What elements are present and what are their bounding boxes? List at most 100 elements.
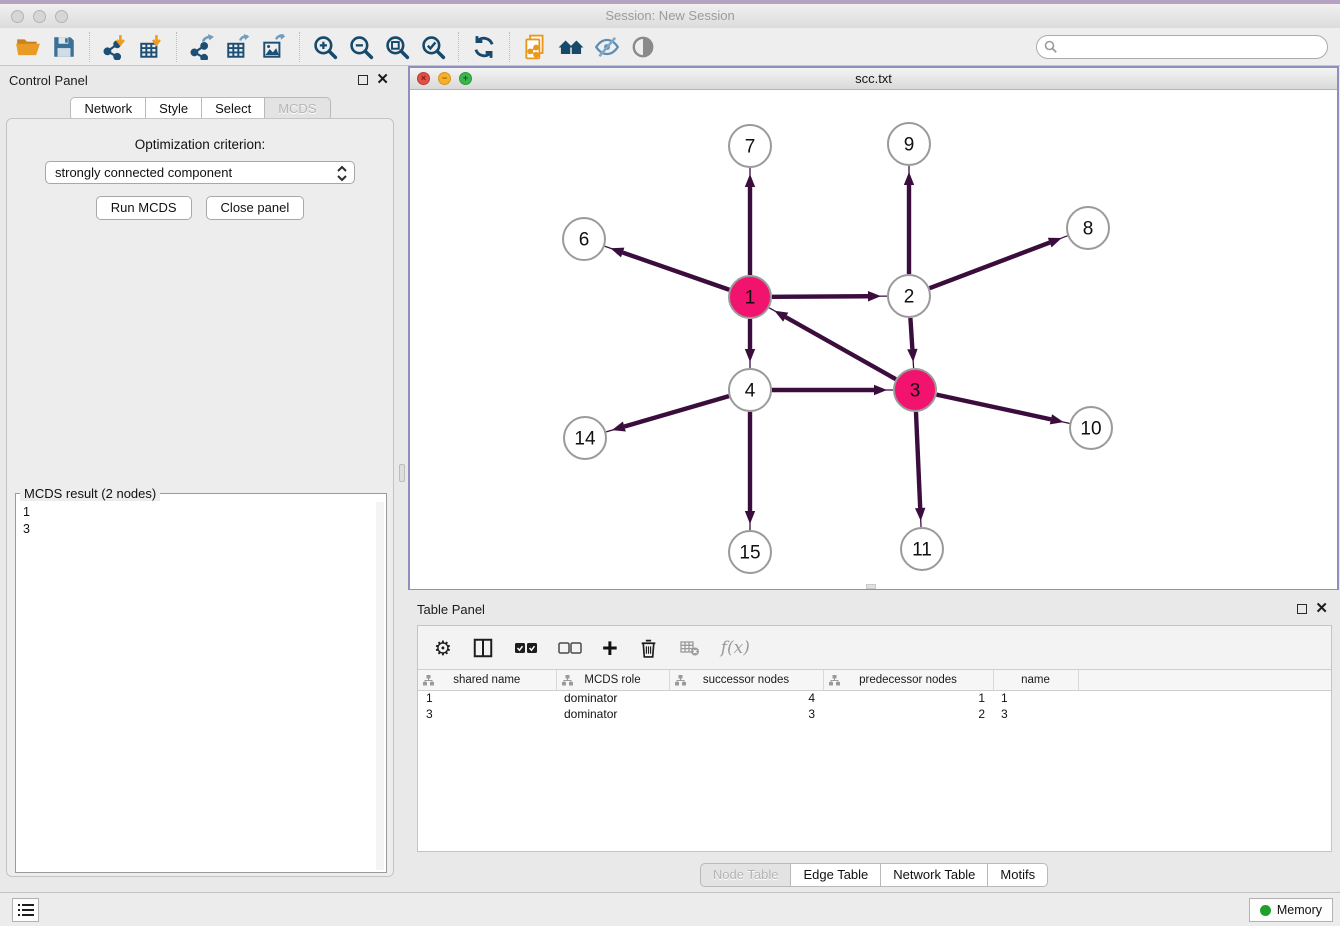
share-document-button[interactable] (517, 32, 553, 62)
zoom-fit-button[interactable] (379, 32, 415, 62)
window-title: Session: New Session (0, 8, 1340, 23)
search-icon (1044, 40, 1058, 54)
zoom-selected-button[interactable] (415, 32, 451, 62)
graph-arrowhead (1048, 238, 1062, 248)
memory-button[interactable]: Memory (1249, 898, 1333, 922)
export-table-button[interactable] (220, 32, 256, 62)
hide-graphics-details-button[interactable] (589, 32, 625, 62)
column-header-predecessor-nodes[interactable]: predecessor nodes (823, 670, 993, 690)
close-table-panel-icon[interactable]: ✕ (1315, 604, 1328, 614)
main-toolbar (0, 28, 1340, 66)
toolbar-separator (458, 32, 459, 62)
create-column-button[interactable]: + (602, 633, 618, 663)
delete-column-button[interactable] (638, 633, 659, 663)
open-session-button[interactable] (10, 32, 46, 62)
mcds-result-text[interactable]: 1 3 (18, 502, 376, 870)
cell-shared-name[interactable]: 3 (418, 706, 556, 722)
memory-status-icon (1260, 905, 1271, 916)
status-bar: Memory (0, 892, 1340, 926)
eye-slash-icon (594, 34, 620, 60)
graph-arrowhead (745, 349, 755, 362)
graph-node-label-4: 4 (745, 381, 756, 402)
cell-successor-nodes[interactable]: 3 (669, 706, 823, 722)
graph-edge-4-14[interactable] (624, 396, 729, 426)
tab-network-table[interactable]: Network Table (881, 863, 988, 887)
column-header-mcds-role[interactable]: MCDS role (556, 670, 669, 690)
cell-successor-nodes[interactable]: 4 (669, 690, 823, 706)
cell-mcds-role[interactable]: dominator (556, 706, 669, 722)
float-table-panel-icon[interactable] (1297, 604, 1307, 614)
cell-predecessor-nodes[interactable]: 2 (823, 706, 993, 722)
zoom-out-button[interactable] (343, 32, 379, 62)
zoom-in-button[interactable] (307, 32, 343, 62)
table-row[interactable]: 1 dominator 4 1 1 (418, 690, 1331, 706)
graph-edge-3-1[interactable] (786, 317, 896, 379)
column-header-name[interactable]: name (993, 670, 1078, 690)
cell-name[interactable]: 3 (993, 706, 1078, 722)
export-image-button[interactable] (256, 32, 292, 62)
graph-node-label-1: 1 (745, 288, 756, 309)
table-row[interactable]: 3 dominator 3 2 3 (418, 706, 1331, 722)
cell-predecessor-nodes[interactable]: 1 (823, 690, 993, 706)
tab-motifs[interactable]: Motifs (988, 863, 1048, 887)
zoom-selected-icon (420, 34, 446, 60)
select-all-button[interactable] (514, 633, 538, 663)
table-settings-gear-icon[interactable]: ⚙ (434, 633, 452, 663)
close-panel-icon[interactable]: ✕ (376, 75, 389, 85)
canvas-resize-grip[interactable] (866, 584, 876, 589)
graph-edge-1-2[interactable] (772, 296, 868, 297)
save-session-button[interactable] (46, 32, 82, 62)
network-window-title: scc.txt (410, 71, 1337, 86)
graph-node-label-15: 15 (739, 543, 760, 564)
import-network-button[interactable] (97, 32, 133, 62)
import-table-icon (138, 34, 164, 60)
home-button[interactable] (553, 32, 589, 62)
close-panel-button[interactable]: Close panel (206, 196, 305, 220)
graph-edge-3-11[interactable] (916, 412, 920, 508)
graph-arrowhead (774, 311, 788, 322)
graph-edge-2-3[interactable] (910, 318, 912, 349)
graph-edge-1-6[interactable] (623, 253, 730, 290)
graph-arrowhead (907, 349, 917, 362)
import-table-button[interactable] (133, 32, 169, 62)
trash-icon (638, 637, 659, 659)
refresh-icon (471, 34, 497, 60)
checked-boxes-icon (514, 641, 538, 655)
graph-edge-2-8[interactable] (930, 243, 1050, 289)
control-panel-title: Control Panel (0, 73, 88, 88)
criterion-select[interactable]: strongly connected component (45, 161, 355, 184)
panel-splitter-handle[interactable] (399, 464, 405, 482)
tab-edge-table[interactable]: Edge Table (791, 863, 881, 887)
cell-name[interactable]: 1 (993, 690, 1078, 706)
zoom-fit-icon (384, 34, 410, 60)
graph-node-label-3: 3 (910, 381, 921, 402)
cell-shared-name[interactable]: 1 (418, 690, 556, 706)
criterion-selected-value: strongly connected component (46, 165, 232, 180)
app-window: Session: New Session (0, 0, 1340, 926)
show-task-history-button[interactable] (12, 898, 39, 922)
graph-edge-3-10[interactable] (937, 395, 1051, 420)
result-scrollbar[interactable] (376, 502, 384, 870)
apply-layout-button[interactable] (466, 32, 502, 62)
column-header-successor-nodes[interactable]: successor nodes (669, 670, 823, 690)
run-mcds-button[interactable]: Run MCDS (96, 196, 192, 220)
float-panel-icon[interactable] (358, 75, 368, 85)
zoom-out-icon (348, 34, 374, 60)
graph-arrowhead (874, 385, 887, 395)
control-panel: Control Panel ✕ Network Style Select MCD… (0, 66, 401, 892)
delete-table-button (679, 633, 701, 663)
show-graphics-details-button[interactable] (625, 32, 661, 62)
graph-node-label-14: 14 (574, 429, 596, 450)
deselect-all-button[interactable] (558, 633, 582, 663)
network-canvas[interactable]: 1234678910111415 (410, 90, 1337, 589)
cell-mcds-role[interactable]: dominator (556, 690, 669, 706)
delete-table-icon (679, 638, 701, 658)
show-columns-button[interactable] (472, 633, 494, 663)
export-network-button[interactable] (184, 32, 220, 62)
node-table-container: ⚙ + f(x) (417, 625, 1332, 852)
tab-node-table[interactable]: Node Table (700, 863, 792, 887)
search-input[interactable] (1036, 35, 1328, 59)
network-view-window: × − + scc.txt 1234678910111415 (408, 66, 1339, 590)
column-header-shared-name[interactable]: shared name (418, 670, 556, 690)
network-graph[interactable]: 1234678910111415 (410, 90, 1337, 589)
